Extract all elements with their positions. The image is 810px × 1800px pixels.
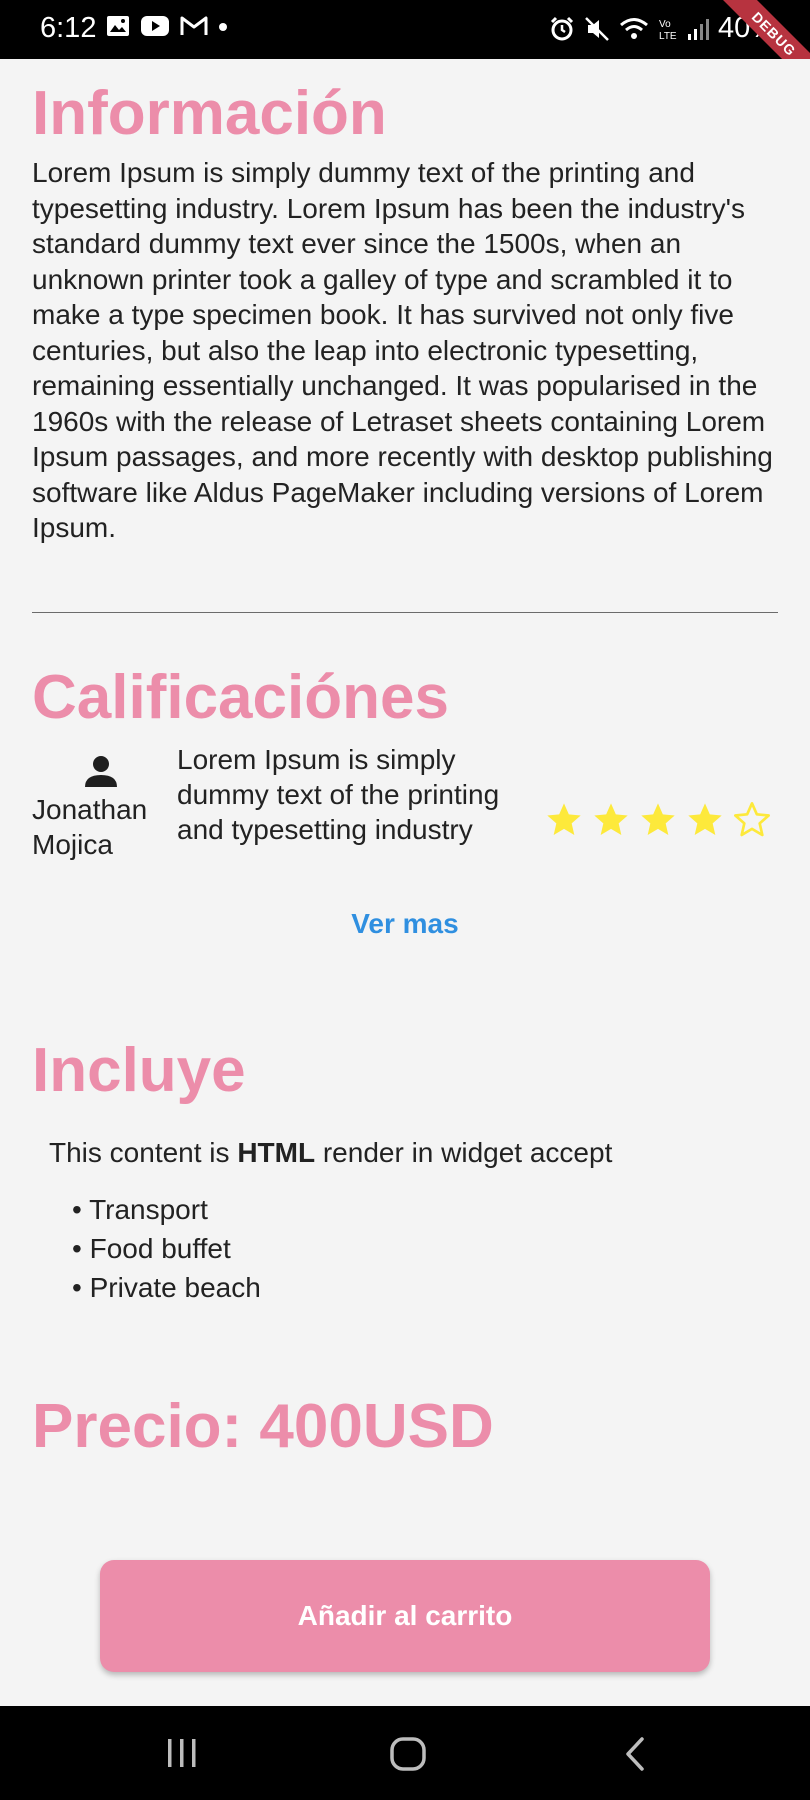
ratings-title: Calificaciónes: [32, 663, 449, 732]
includes-intro-end: render in widget accept: [315, 1137, 613, 1168]
signal-icon: [687, 18, 709, 40]
star-filled-icon: [547, 803, 581, 835]
svg-text:LTE: LTE: [659, 31, 677, 42]
star-rating: [544, 800, 772, 840]
mute-icon: [585, 16, 609, 41]
add-to-cart-button[interactable]: Añadir al carrito: [100, 1560, 710, 1672]
includes-intro-bold: HTML: [237, 1137, 316, 1168]
recents-icon[interactable]: [164, 1736, 200, 1770]
info-description: Lorem Ipsum is simply dummy text of the …: [32, 157, 773, 543]
home-icon[interactable]: [389, 1736, 427, 1772]
status-left-icons: [106, 15, 228, 37]
divider: [32, 612, 778, 613]
includes-intro-start: This content is: [49, 1137, 238, 1168]
star-filled-icon: [641, 803, 675, 835]
status-time: 6:12: [40, 12, 97, 44]
svg-text:Vo: Vo: [659, 19, 671, 30]
see-more-link[interactable]: Ver mas: [0, 908, 810, 940]
info-title: Información: [32, 79, 387, 148]
price-label: Precio: 400USD: [32, 1392, 494, 1461]
status-bar: 6:12 Vo LTE 40% DEBUG: [0, 0, 810, 59]
dot-icon: [219, 23, 227, 31]
star-filled-icon: [688, 803, 722, 835]
list-item: Private beach: [72, 1268, 261, 1307]
image-icon: [107, 16, 129, 36]
back-icon[interactable]: [622, 1736, 648, 1772]
gmail-icon: [180, 16, 208, 35]
volte-icon: Vo LTE: [659, 19, 677, 42]
star-filled-icon: [594, 803, 628, 835]
list-item: Transport: [72, 1190, 261, 1229]
includes-list: Transport Food buffet Private beach: [72, 1190, 261, 1307]
includes-title: Incluye: [32, 1036, 246, 1105]
review-text: Lorem Ipsum is simply dummy text of the …: [177, 744, 500, 845]
reviewer-name: Jonathan Mojica: [32, 794, 148, 860]
alarm-icon: [550, 16, 574, 40]
wifi-icon: [619, 17, 648, 39]
list-item: Food buffet: [72, 1229, 261, 1268]
includes-intro: This content is HTML render in widget ac…: [49, 1137, 612, 1169]
person-icon: [85, 756, 117, 787]
youtube-icon: [141, 16, 169, 36]
star-empty-icon: [734, 802, 770, 837]
system-nav-bar: [0, 1706, 810, 1800]
